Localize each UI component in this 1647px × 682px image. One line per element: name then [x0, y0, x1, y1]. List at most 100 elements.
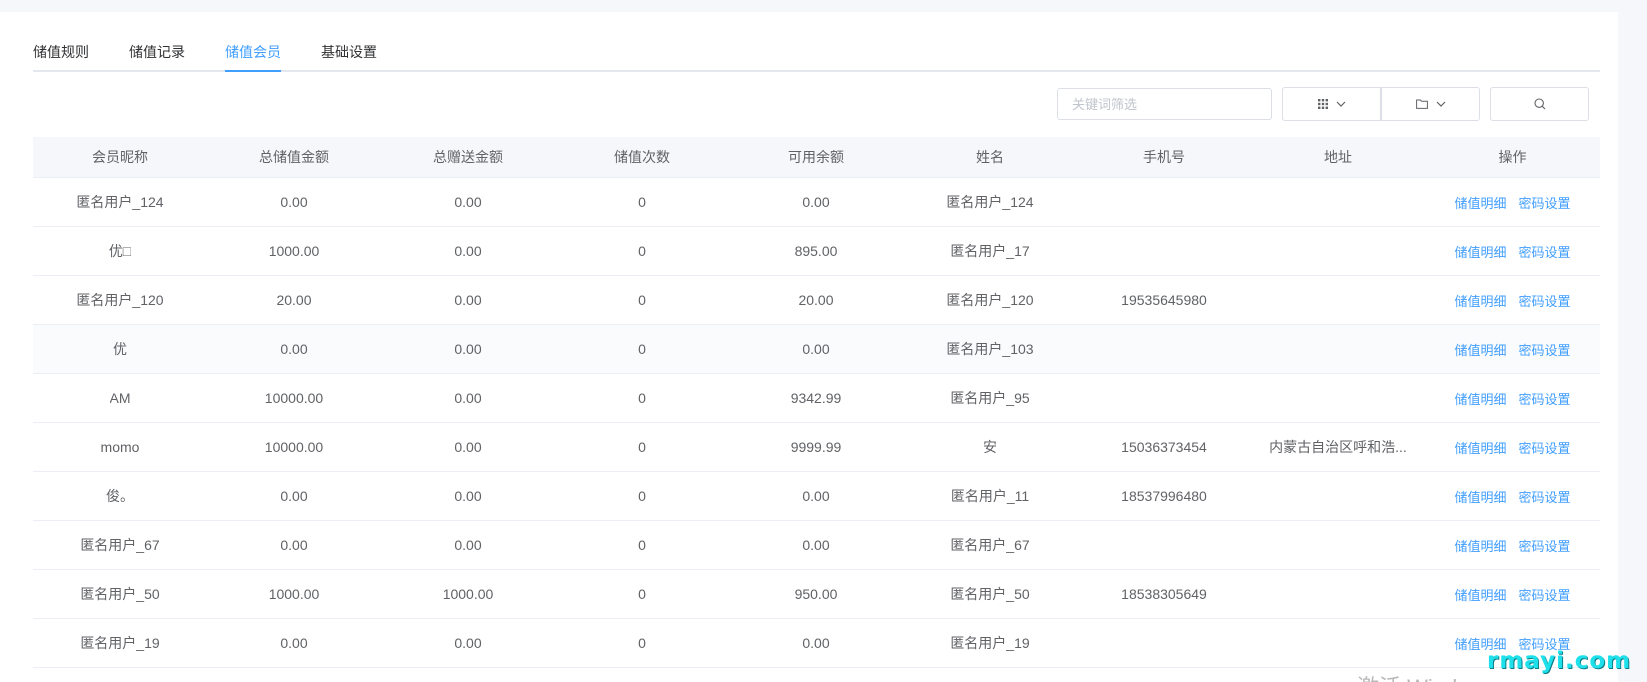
- password-settings-link[interactable]: 密码设置: [1519, 340, 1571, 359]
- cell-phone-text: 18538305649: [1121, 586, 1207, 602]
- export-dropdown[interactable]: [1381, 87, 1480, 121]
- cell-address: [1251, 521, 1425, 569]
- cell-total-recharge: 1000.00: [207, 227, 381, 275]
- cell-recharge-count-text: 0: [638, 243, 646, 259]
- cell-total-recharge-text: 0.00: [280, 488, 308, 504]
- cell-nickname-text: 匿名用户_67: [80, 537, 160, 553]
- cell-nickname-text: AM: [109, 390, 131, 406]
- password-settings-link[interactable]: 密码设置: [1519, 291, 1571, 310]
- cell-name: 匿名用户_50: [903, 570, 1077, 618]
- windows-activation-notice: 激活 Windows: [1357, 670, 1496, 682]
- cell-nickname-text: 优□: [108, 243, 132, 259]
- cell-nickname: 俊。: [33, 472, 207, 520]
- cell-name-text: 匿名用户_120: [946, 292, 1034, 308]
- cell-address-text: 内蒙古自治区呼和浩...: [1269, 439, 1407, 455]
- cell-name-text: 匿名用户_17: [950, 243, 1030, 259]
- cell-total-recharge-text: 10000.00: [264, 390, 324, 406]
- column-view-dropdown[interactable]: [1282, 87, 1381, 121]
- cell-phone: 15036373454: [1077, 423, 1251, 471]
- cell-balance: 0.00: [729, 619, 903, 667]
- folder-icon: [1415, 99, 1428, 109]
- cell-actions: 储值明细 密码设置: [1425, 472, 1600, 520]
- table-row: 匿名用户_120 20.00 0.00 0 20.00 匿名用户_120 195356459…: [33, 276, 1600, 325]
- cell-balance-text: 9999.99: [790, 439, 842, 455]
- tab-recharge-rules[interactable]: 储值规则: [33, 42, 89, 72]
- recharge-detail-link[interactable]: 储值明细: [1454, 487, 1506, 506]
- tab-basic-settings[interactable]: 基础设置: [321, 42, 377, 72]
- cell-total-gift-text: 0.00: [454, 341, 482, 357]
- members-table: 会员昵称 总储值金额 总赠送金额 储值次数 可用余额 姓名 手机号 地址 操作 …: [33, 137, 1600, 668]
- header-actions: 操作: [1498, 149, 1527, 165]
- cell-total-recharge-text: 10000.00: [264, 439, 324, 455]
- keyword-filter-input[interactable]: [1057, 88, 1272, 120]
- cell-phone-text: 15036373454: [1121, 439, 1207, 455]
- recharge-detail-link[interactable]: 储值明细: [1454, 389, 1506, 408]
- cell-recharge-count: 0: [555, 276, 729, 324]
- cell-name-text: 匿名用户_95: [950, 390, 1030, 406]
- cell-phone: [1077, 227, 1251, 275]
- cell-phone: [1077, 619, 1251, 667]
- tab-recharge-members[interactable]: 储值会员: [225, 42, 281, 72]
- header-address: 地址: [1324, 149, 1352, 165]
- cell-total-gift-text: 0.00: [454, 243, 482, 259]
- recharge-detail-link[interactable]: 储值明细: [1454, 585, 1506, 604]
- search-icon: [1533, 98, 1546, 110]
- header-recharge-count: 储值次数: [614, 149, 670, 165]
- cell-total-gift: 0.00: [381, 423, 555, 471]
- recharge-detail-link[interactable]: 储值明细: [1454, 438, 1506, 457]
- password-settings-link[interactable]: 密码设置: [1519, 585, 1571, 604]
- cell-balance-text: 0.00: [802, 194, 830, 210]
- cell-balance-text: 9342.99: [790, 390, 842, 406]
- header-balance: 可用余额: [788, 149, 844, 165]
- cell-balance-text: 0.00: [802, 537, 830, 553]
- table-row: 匿名用户_19 0.00 0.00 0 0.00 匿名用户_19 储值明细 密码设置: [33, 619, 1600, 668]
- password-settings-link[interactable]: 密码设置: [1519, 487, 1571, 506]
- cell-phone-text: 19535645980: [1121, 292, 1207, 308]
- password-settings-link[interactable]: 密码设置: [1519, 389, 1571, 408]
- cell-balance: 0.00: [729, 521, 903, 569]
- header-name: 姓名: [976, 149, 1004, 165]
- cell-nickname-text: momo: [100, 439, 140, 455]
- cell-address: [1251, 619, 1425, 667]
- cell-name: 匿名用户_103: [903, 325, 1077, 373]
- cell-balance: 9999.99: [729, 423, 903, 471]
- recharge-detail-link[interactable]: 储值明细: [1454, 536, 1506, 555]
- cell-actions: 储值明细 密码设置: [1425, 423, 1600, 471]
- password-settings-link[interactable]: 密码设置: [1519, 536, 1571, 555]
- cell-name-text: 匿名用户_124: [946, 194, 1034, 210]
- cell-address: [1251, 227, 1425, 275]
- cell-nickname-text: 俊。: [106, 488, 134, 504]
- search-button[interactable]: [1490, 87, 1589, 121]
- cell-total-recharge: 0.00: [207, 619, 381, 667]
- cell-recharge-count: 0: [555, 521, 729, 569]
- password-settings-link[interactable]: 密码设置: [1519, 193, 1571, 212]
- cell-name-text: 匿名用户_67: [950, 537, 1030, 553]
- chevron-down-icon: [1336, 101, 1346, 107]
- table-row: 匿名用户_50 1000.00 1000.00 0 950.00 匿名用户_50 18538…: [33, 570, 1600, 619]
- cell-total-gift-text: 0.00: [454, 292, 482, 308]
- site-watermark: rmayi.com: [1487, 648, 1632, 674]
- cell-recharge-count-text: 0: [638, 292, 646, 308]
- recharge-detail-link[interactable]: 储值明细: [1454, 193, 1506, 212]
- cell-name-text: 匿名用户_19: [950, 635, 1030, 651]
- cell-phone: 18538305649: [1077, 570, 1251, 618]
- tab-recharge-records[interactable]: 储值记录: [129, 42, 185, 72]
- password-settings-link[interactable]: 密码设置: [1519, 438, 1571, 457]
- cell-balance: 895.00: [729, 227, 903, 275]
- cell-name: 匿名用户_120: [903, 276, 1077, 324]
- chevron-down-icon: [1436, 101, 1446, 107]
- table-row: 匿名用户_67 0.00 0.00 0 0.00 匿名用户_67 储值明细 密码设置: [33, 521, 1600, 570]
- cell-phone: 19535645980: [1077, 276, 1251, 324]
- cell-total-gift: 0.00: [381, 472, 555, 520]
- cell-total-recharge-text: 0.00: [280, 635, 308, 651]
- table-row: 优 0.00 0.00 0 0.00 匿名用户_103 储值明细 密码设置: [33, 325, 1600, 374]
- recharge-detail-link[interactable]: 储值明细: [1454, 340, 1506, 359]
- recharge-detail-link[interactable]: 储值明细: [1454, 242, 1506, 261]
- cell-balance-text: 895.00: [794, 243, 838, 259]
- cell-nickname: 优: [33, 325, 207, 373]
- cell-recharge-count-text: 0: [638, 439, 646, 455]
- password-settings-link[interactable]: 密码设置: [1519, 242, 1571, 261]
- recharge-detail-link[interactable]: 储值明细: [1454, 291, 1506, 310]
- cell-name: 匿名用户_124: [903, 178, 1077, 226]
- grid-icon: [1317, 99, 1328, 109]
